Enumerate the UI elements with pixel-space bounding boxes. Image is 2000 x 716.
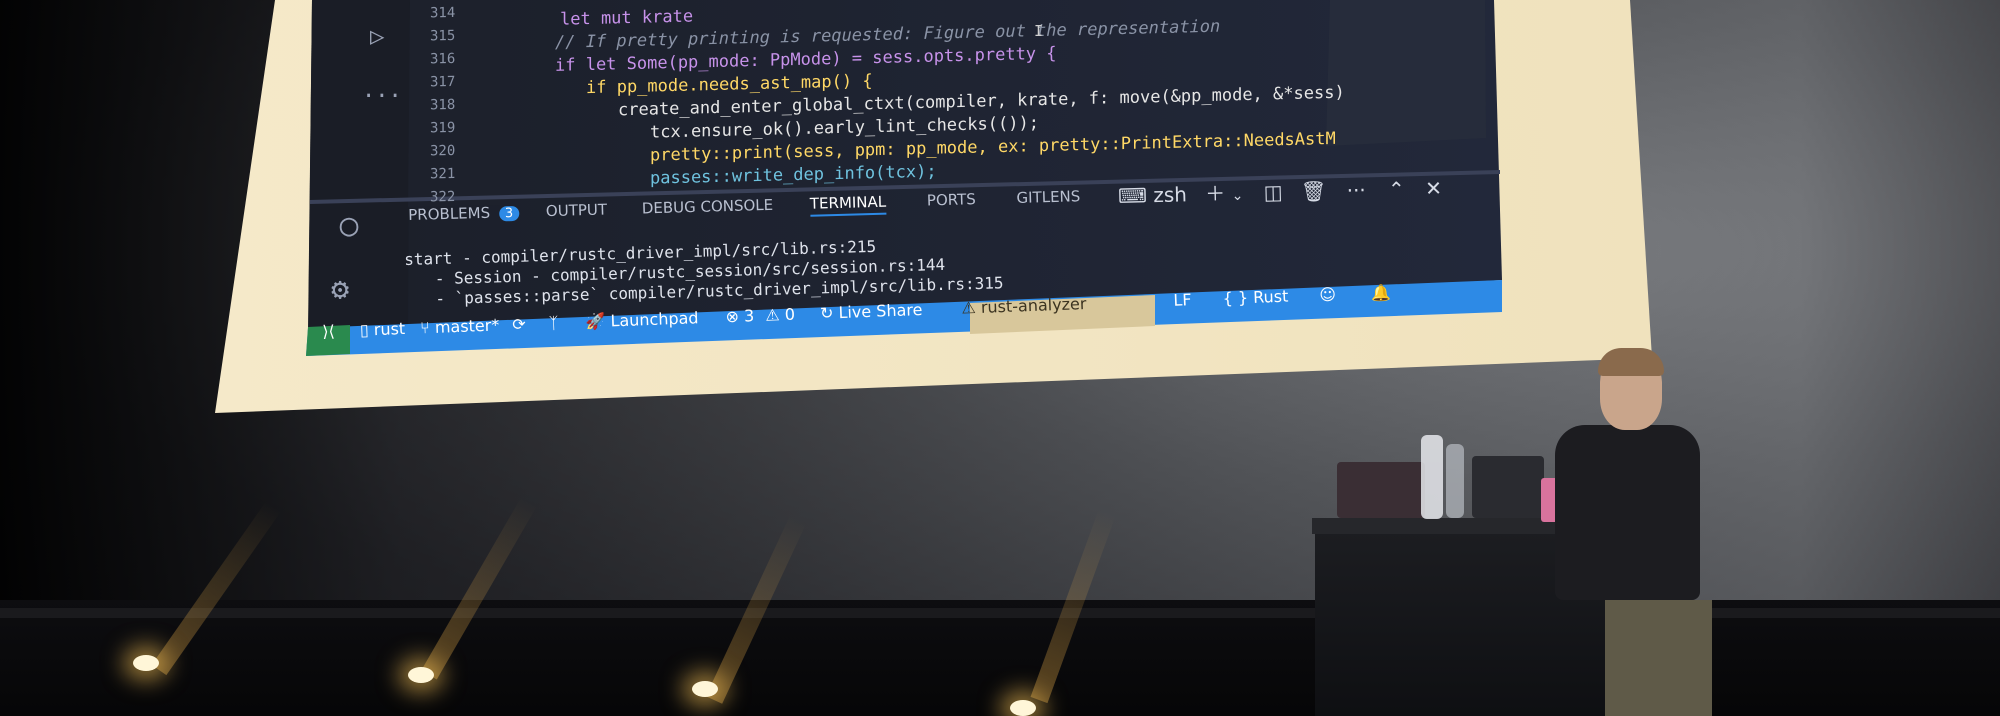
rust-analyzer-warning-icon: ⚠ — [961, 298, 977, 318]
tab-problems[interactable]: PROBLEMS — [408, 204, 490, 224]
warning-count[interactable]: 0 — [784, 305, 795, 324]
split-terminal-icon[interactable]: ◫ — [1263, 180, 1282, 204]
panel-tabs: PROBLEMS 3 OUTPUT DEBUG CONSOLE TERMINAL… — [408, 186, 1108, 228]
live-share-icon: ↻ — [819, 303, 834, 323]
line-number: 316 — [430, 50, 456, 68]
language-mode[interactable]: Rust — [1253, 287, 1289, 307]
tab-ports[interactable]: PORTS — [927, 190, 976, 209]
launchpad-icon: 🚀 — [585, 311, 606, 332]
repo-icon: ▯ — [359, 320, 370, 340]
settings-gear-icon[interactable]: ⚙ — [331, 272, 349, 307]
git-graph-icon[interactable]: ᛉ — [548, 313, 558, 332]
line-numbers: 314 315 316 317 318 319 320 321 322 — [430, 2, 470, 210]
add-terminal-icon[interactable]: ＋ — [1205, 181, 1226, 205]
line-number: 320 — [430, 142, 456, 160]
chevron-down-icon[interactable]: ⌄ — [1231, 188, 1243, 204]
braces-icon: { } — [1222, 288, 1249, 308]
account-icon[interactable]: ◯ — [340, 208, 358, 243]
line-number: 314 — [430, 4, 456, 22]
tab-terminal[interactable]: TERMINAL — [809, 192, 887, 217]
laptop-with-stickers — [1337, 462, 1425, 518]
line-number: 319 — [430, 119, 456, 137]
sync-icon[interactable]: ⟳ — [512, 315, 526, 334]
second-laptop — [1472, 456, 1544, 518]
maximize-panel-icon[interactable]: ⌃ — [1388, 177, 1405, 201]
tab-debug-console[interactable]: DEBUG CONSOLE — [642, 196, 774, 218]
stage-light — [408, 667, 434, 683]
repo-name[interactable]: rust — [373, 319, 405, 339]
speaker-hair — [1598, 348, 1664, 376]
terminal-output[interactable]: start - compiler/rustc_driver_impl/src/l… — [404, 233, 1004, 310]
theater-stage: 314 315 316 317 318 319 320 321 322 let … — [0, 0, 2000, 716]
line-number: 317 — [430, 73, 456, 91]
tab-output[interactable]: OUTPUT — [546, 200, 608, 220]
speaker-legs — [1602, 600, 1712, 716]
branch-icon: ⑂ — [419, 318, 431, 338]
water-carafe — [1421, 435, 1443, 519]
stage-light — [692, 681, 718, 697]
copilot-icon[interactable]: ☺ — [1319, 285, 1336, 305]
stage-light — [1010, 700, 1036, 716]
warning-icon: ⚠ — [764, 305, 781, 325]
notifications-bell-icon[interactable]: 🔔 — [1371, 283, 1392, 303]
line-number: 315 — [430, 27, 456, 45]
branch-name[interactable]: master* — [435, 316, 500, 337]
text-cursor: I — [1034, 22, 1044, 40]
launchpad-label[interactable]: Launchpad — [610, 308, 699, 330]
code-area[interactable]: let mut krate // If pretty printing is r… — [520, 0, 1345, 194]
terminal-icon: ⌨ — [1117, 183, 1148, 208]
remote-indicator-icon[interactable]: ⟩⟨ — [322, 322, 335, 341]
trash-icon[interactable]: 🗑 — [1301, 179, 1327, 204]
rust-analyzer-label[interactable]: rust-analyzer — [981, 294, 1087, 317]
run-debug-icon[interactable]: ▷ — [370, 22, 384, 50]
water-glass — [1446, 444, 1464, 518]
problems-count-badge: 3 — [498, 205, 520, 222]
close-panel-icon[interactable]: ✕ — [1425, 176, 1442, 200]
error-count[interactable]: 3 — [744, 306, 755, 325]
shell-name[interactable]: zsh — [1153, 182, 1187, 207]
line-number: 318 — [430, 96, 456, 114]
line-number: 321 — [430, 165, 456, 183]
more-icon[interactable]: ··· — [362, 84, 402, 109]
more-actions-icon[interactable]: ··· — [1346, 178, 1366, 202]
live-share-label[interactable]: Live Share — [838, 300, 923, 322]
speaker-torso — [1555, 425, 1700, 600]
line-ending[interactable]: LF — [1173, 290, 1192, 310]
vscode-text-layer: 314 315 316 317 318 319 320 321 322 let … — [0, 0, 2000, 440]
error-icon: ⊗ — [725, 306, 740, 327]
tab-gitlens[interactable]: GITLENS — [1016, 187, 1080, 207]
stage-light — [133, 655, 159, 671]
